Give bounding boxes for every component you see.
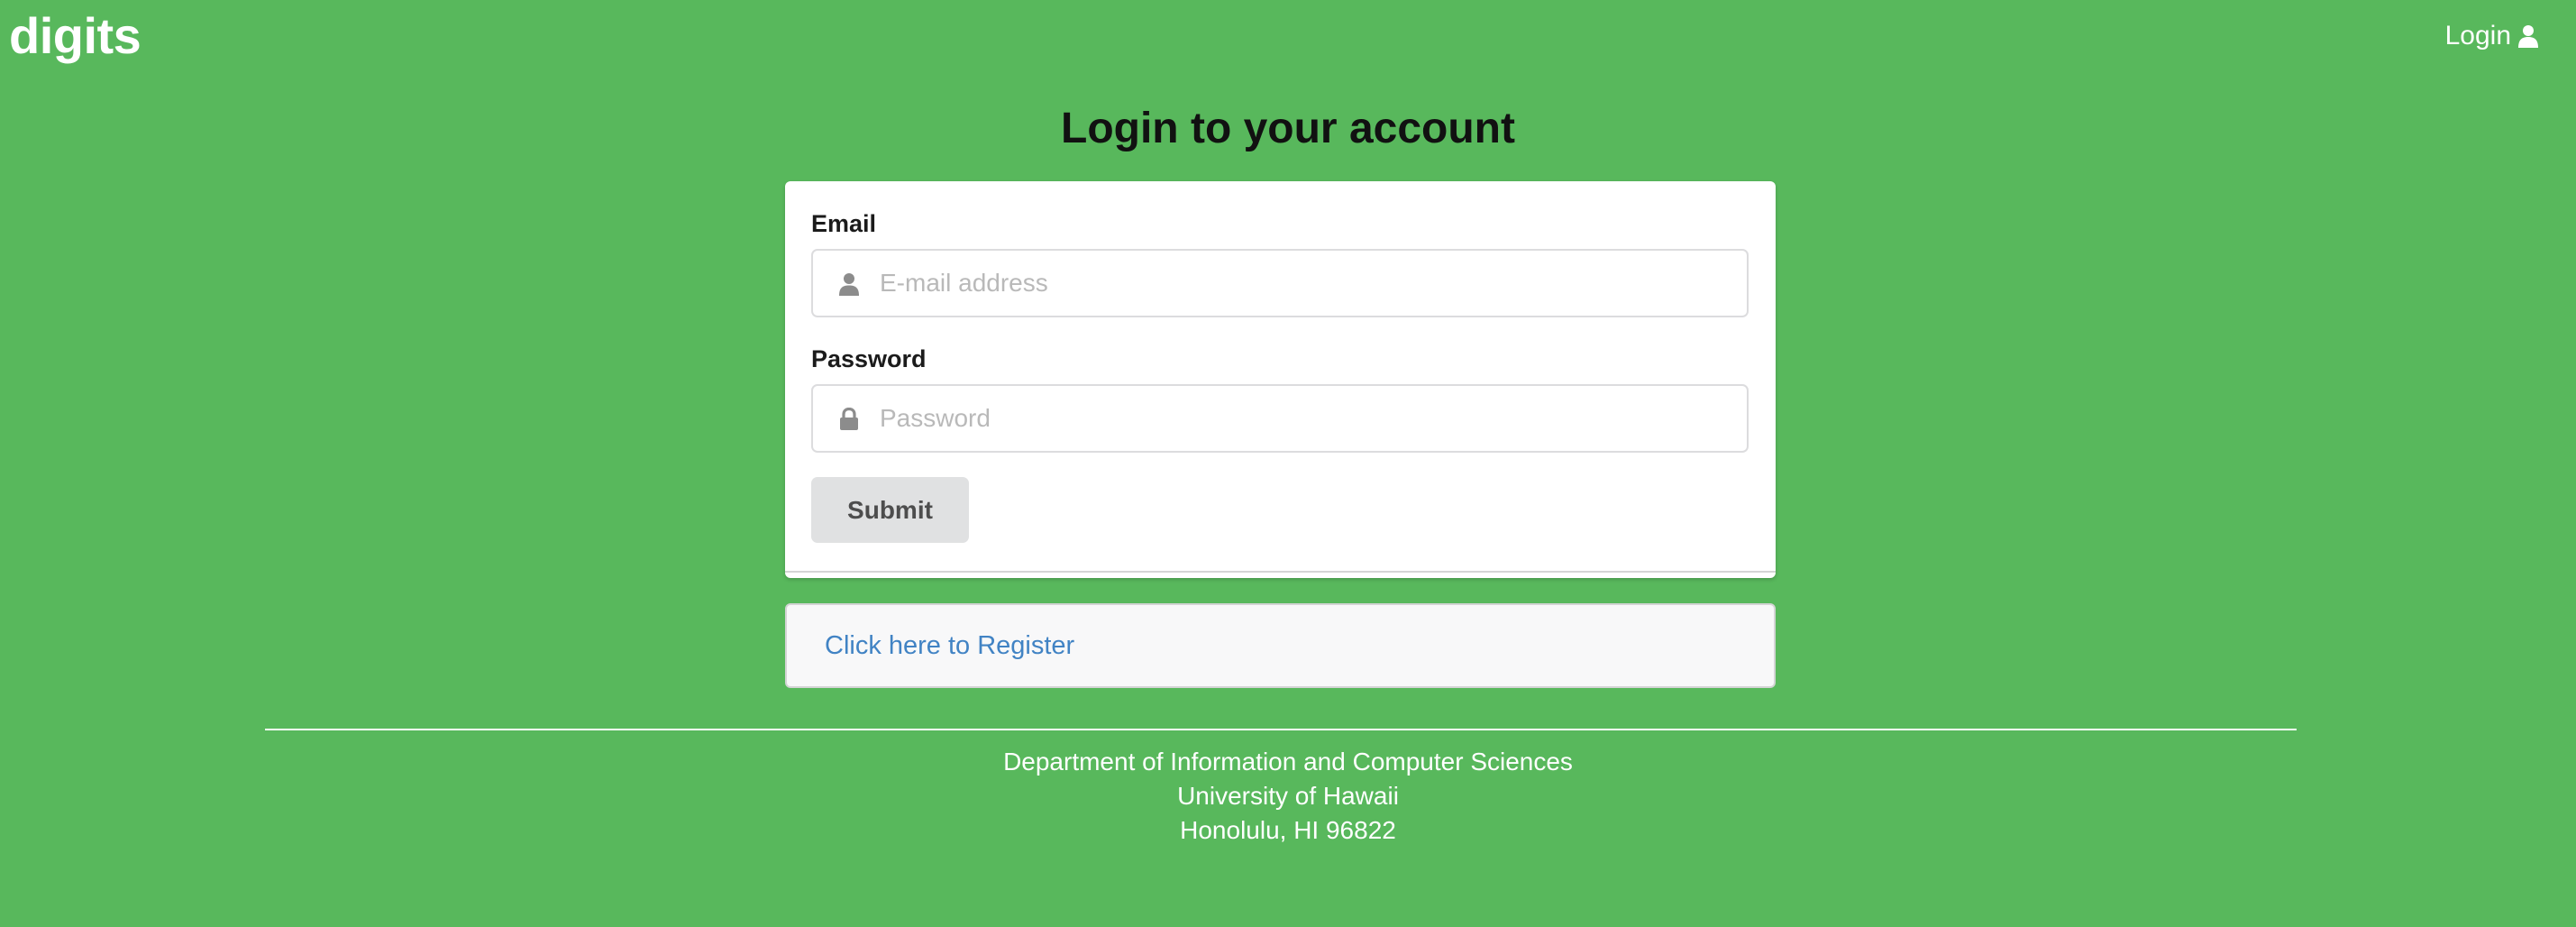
footer: Department of Information and Computer S… xyxy=(0,745,2576,848)
user-icon xyxy=(839,273,859,296)
brand-logo[interactable]: digits xyxy=(9,4,142,69)
email-field-wrapper[interactable] xyxy=(811,249,1749,317)
lock-icon xyxy=(840,408,858,430)
email-label: Email xyxy=(811,210,877,237)
login-form: Email Password Submit xyxy=(785,181,1776,578)
footer-line-address: Honolulu, HI 96822 xyxy=(1180,816,1396,844)
navbar: digits Login xyxy=(0,0,2576,72)
nav-login-link[interactable]: Login xyxy=(2445,18,2538,54)
password-label: Password xyxy=(811,345,927,372)
register-link[interactable]: Click here to Register xyxy=(825,629,1074,662)
submit-button[interactable]: Submit xyxy=(811,477,969,543)
email-input[interactable] xyxy=(880,251,1727,316)
register-message: Click here to Register xyxy=(785,603,1776,688)
footer-line-department: Department of Information and Computer S… xyxy=(1003,748,1573,776)
nav-login-label: Login xyxy=(2444,21,2511,50)
footer-line-university: University of Hawaii xyxy=(1177,782,1399,810)
user-icon xyxy=(2518,25,2538,48)
password-field-wrapper[interactable] xyxy=(811,384,1749,453)
password-input[interactable] xyxy=(880,386,1727,451)
page-title: Login to your account xyxy=(1061,105,1515,152)
footer-divider xyxy=(265,729,2297,730)
